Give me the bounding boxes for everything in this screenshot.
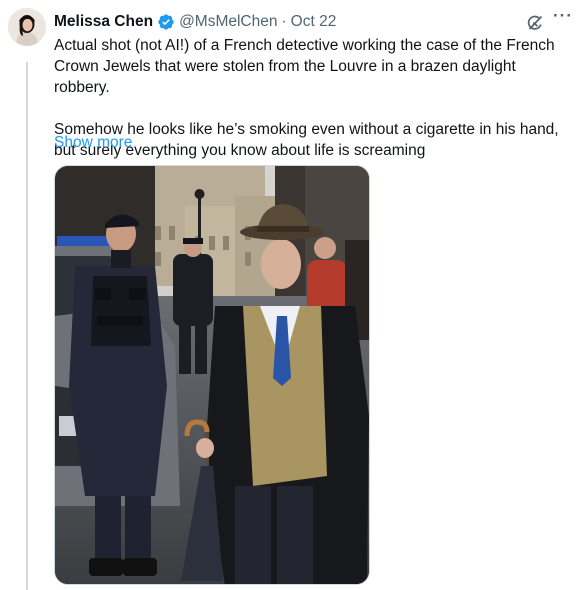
- author-handle[interactable]: @MsMelChen: [179, 13, 277, 31]
- tweet-date[interactable]: Oct 22: [291, 13, 337, 31]
- avatar[interactable]: [8, 8, 46, 46]
- grok-icon[interactable]: [525, 13, 545, 33]
- show-more-link[interactable]: Show more: [54, 134, 132, 152]
- tweet-paragraph-1: Actual shot (not AI!) of a French detect…: [54, 37, 555, 96]
- tweet-header: Melissa Chen @MsMelChen · Oct 22: [54, 11, 336, 33]
- more-options-icon[interactable]: ···: [553, 6, 573, 26]
- verified-badge-icon: [157, 13, 175, 31]
- photo-scene: [55, 166, 369, 584]
- thread-connector-line: [26, 62, 28, 590]
- tweet-photo[interactable]: [54, 165, 370, 585]
- avatar-image: [8, 8, 46, 46]
- author-name[interactable]: Melissa Chen: [54, 13, 153, 31]
- header-separator: ·: [281, 13, 287, 30]
